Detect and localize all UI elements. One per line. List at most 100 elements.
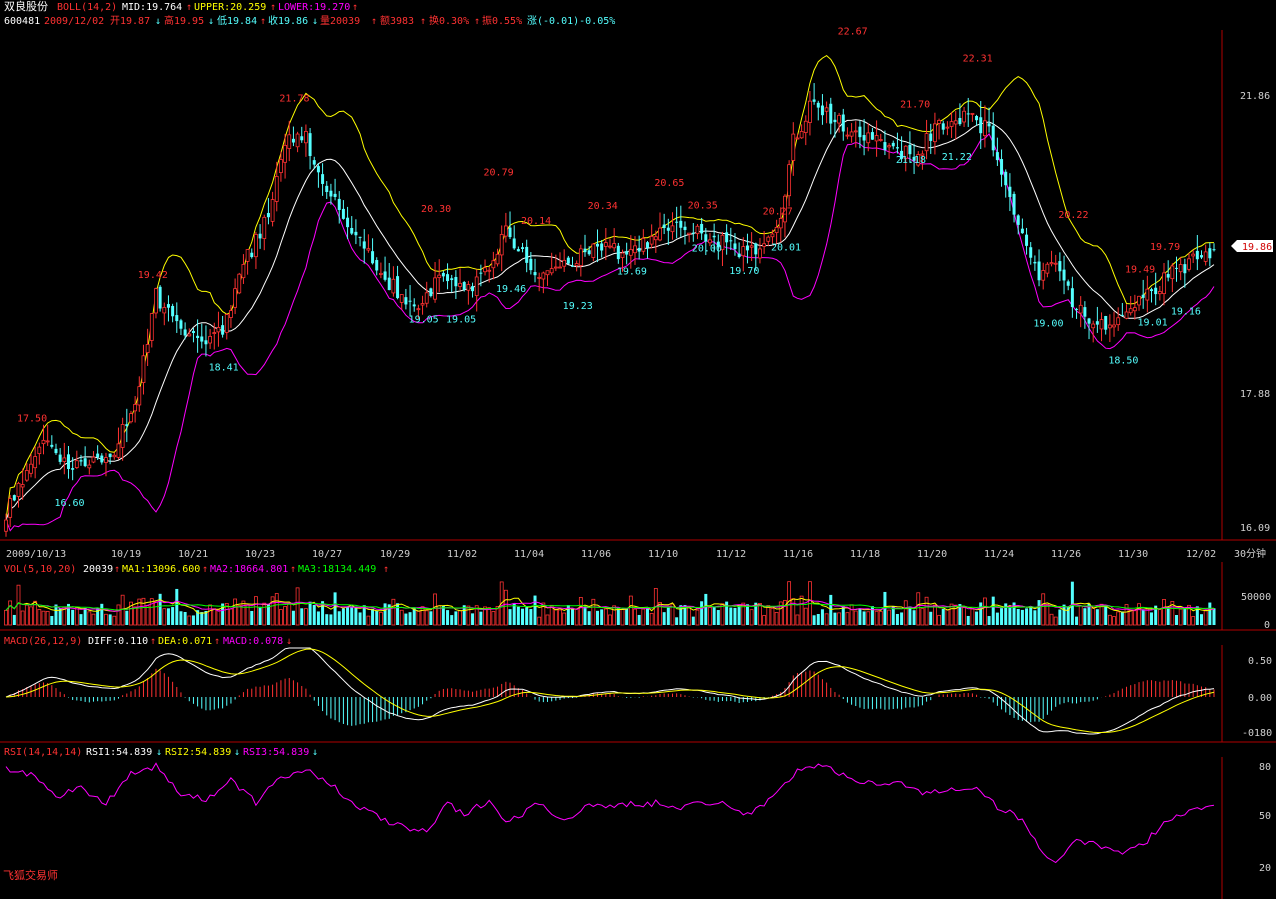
- volume-bar: [620, 609, 625, 626]
- extreme-price-label: 20.30: [421, 204, 451, 215]
- extreme-price-label: 20.22: [1058, 210, 1088, 221]
- volume-bar: [824, 613, 829, 626]
- volume-bar: [378, 611, 383, 626]
- volume-bar: [274, 593, 279, 626]
- volume-bar: [171, 607, 175, 625]
- macd-tick: 0.50: [1248, 656, 1272, 667]
- candle-body: [291, 138, 295, 143]
- volume-bar: [8, 600, 13, 626]
- quote-amplitude: 振0.55%: [482, 14, 522, 27]
- volume-bar: [941, 608, 945, 625]
- time-label: 11/18: [850, 549, 880, 560]
- candle-body: [312, 160, 316, 165]
- candle-body: [262, 216, 267, 240]
- candle-body: [870, 132, 874, 140]
- candle-body: [858, 126, 862, 138]
- volume-bar: [337, 611, 341, 625]
- volume-bar: [1157, 609, 1162, 626]
- boll-lower-arrow: ↑: [352, 2, 358, 13]
- volume-bar: [24, 604, 29, 626]
- volume-bar: [316, 611, 320, 625]
- candle-body: [866, 132, 871, 144]
- rsi-3: RSI3:54.839: [243, 747, 309, 758]
- candle-body: [487, 269, 492, 272]
- time-label: 11/20: [917, 549, 947, 560]
- candle-body: [1183, 264, 1187, 274]
- volume-bar: [816, 614, 820, 625]
- volume-bar: [1083, 608, 1087, 625]
- stock-chart[interactable]: 双良股份 BOLL(14,2) MID:19.764 ↑ UPPER:20.25…: [0, 0, 1276, 899]
- boll-label: BOLL(14,2): [57, 2, 117, 13]
- volume-bar: [545, 614, 550, 626]
- candle-body: [878, 139, 883, 141]
- candle-body: [149, 313, 154, 341]
- volume-bar: [812, 615, 816, 625]
- volume-bar: [849, 604, 854, 626]
- extreme-price-label: 21.78: [279, 93, 309, 104]
- candle-body: [241, 264, 246, 279]
- volume-bar: [729, 607, 733, 625]
- candle-body: [562, 259, 567, 267]
- volume-bar: [508, 609, 512, 625]
- candle-body: [1112, 324, 1116, 328]
- volume-bar: [591, 598, 596, 626]
- candle-body: [29, 463, 33, 474]
- candle-body: [937, 119, 941, 124]
- candle-body: [1203, 251, 1208, 262]
- candle-body: [512, 238, 516, 249]
- vol-label: VOL(5,10,20): [4, 564, 76, 575]
- volume-bar: [416, 610, 421, 626]
- candle-body: [308, 133, 312, 157]
- volume-bar: [354, 606, 358, 625]
- volume-bar: [691, 616, 695, 625]
- volume-bar: [633, 608, 637, 626]
- candle-body: [187, 333, 192, 337]
- volume-bar: [87, 611, 92, 626]
- candle-body: [1012, 193, 1016, 215]
- time-label: 10/27: [312, 549, 342, 560]
- extreme-price-label: 19.79: [1150, 242, 1180, 253]
- candle-body: [441, 272, 445, 277]
- extreme-price-label: 21.18: [896, 155, 926, 166]
- candle-body: [1120, 314, 1124, 316]
- volume-bar: [104, 613, 108, 626]
- extreme-price-label: 20.79: [484, 167, 514, 178]
- candle-body: [412, 304, 416, 307]
- candle-body: [641, 238, 646, 252]
- candle-body: [454, 276, 458, 287]
- candle-body: [462, 282, 466, 290]
- candle-body: [1037, 261, 1041, 281]
- extreme-price-label: 19.46: [496, 284, 526, 295]
- quote-close: 收19.86: [268, 14, 308, 27]
- extreme-price-label: 20.35: [688, 200, 718, 211]
- candle-body: [171, 305, 175, 317]
- current-price-marker: 19.86: [1231, 240, 1273, 253]
- candle-body: [396, 276, 400, 299]
- candle-body: [62, 457, 67, 462]
- candle-body: [975, 116, 979, 121]
- candle-body: [883, 142, 887, 151]
- candle-body: [679, 220, 683, 228]
- volume-bar: [112, 615, 117, 626]
- volume-bar: [229, 608, 233, 626]
- volume-bar: [20, 610, 25, 626]
- time-label: 2009/10/13: [6, 549, 66, 560]
- extreme-price-label: 19.70: [729, 266, 759, 277]
- vol-arrow: ↑: [114, 564, 120, 575]
- candle-body: [154, 288, 158, 314]
- close-arrow: ↓: [312, 16, 318, 27]
- volume-bar: [191, 615, 195, 625]
- candle-body: [1191, 253, 1196, 257]
- extreme-price-label: 20.01: [771, 243, 801, 254]
- candle-body: [1020, 228, 1024, 234]
- candle-body: [537, 276, 542, 279]
- candle-body: [391, 278, 396, 294]
- candle-body: [145, 344, 150, 353]
- volume-bar: [54, 604, 58, 625]
- volume-bar: [283, 606, 287, 626]
- candle-body: [837, 114, 842, 124]
- volume-bar: [216, 609, 221, 626]
- volume-bar: [853, 610, 858, 626]
- volume-bar: [304, 608, 308, 626]
- candle-body: [816, 102, 820, 108]
